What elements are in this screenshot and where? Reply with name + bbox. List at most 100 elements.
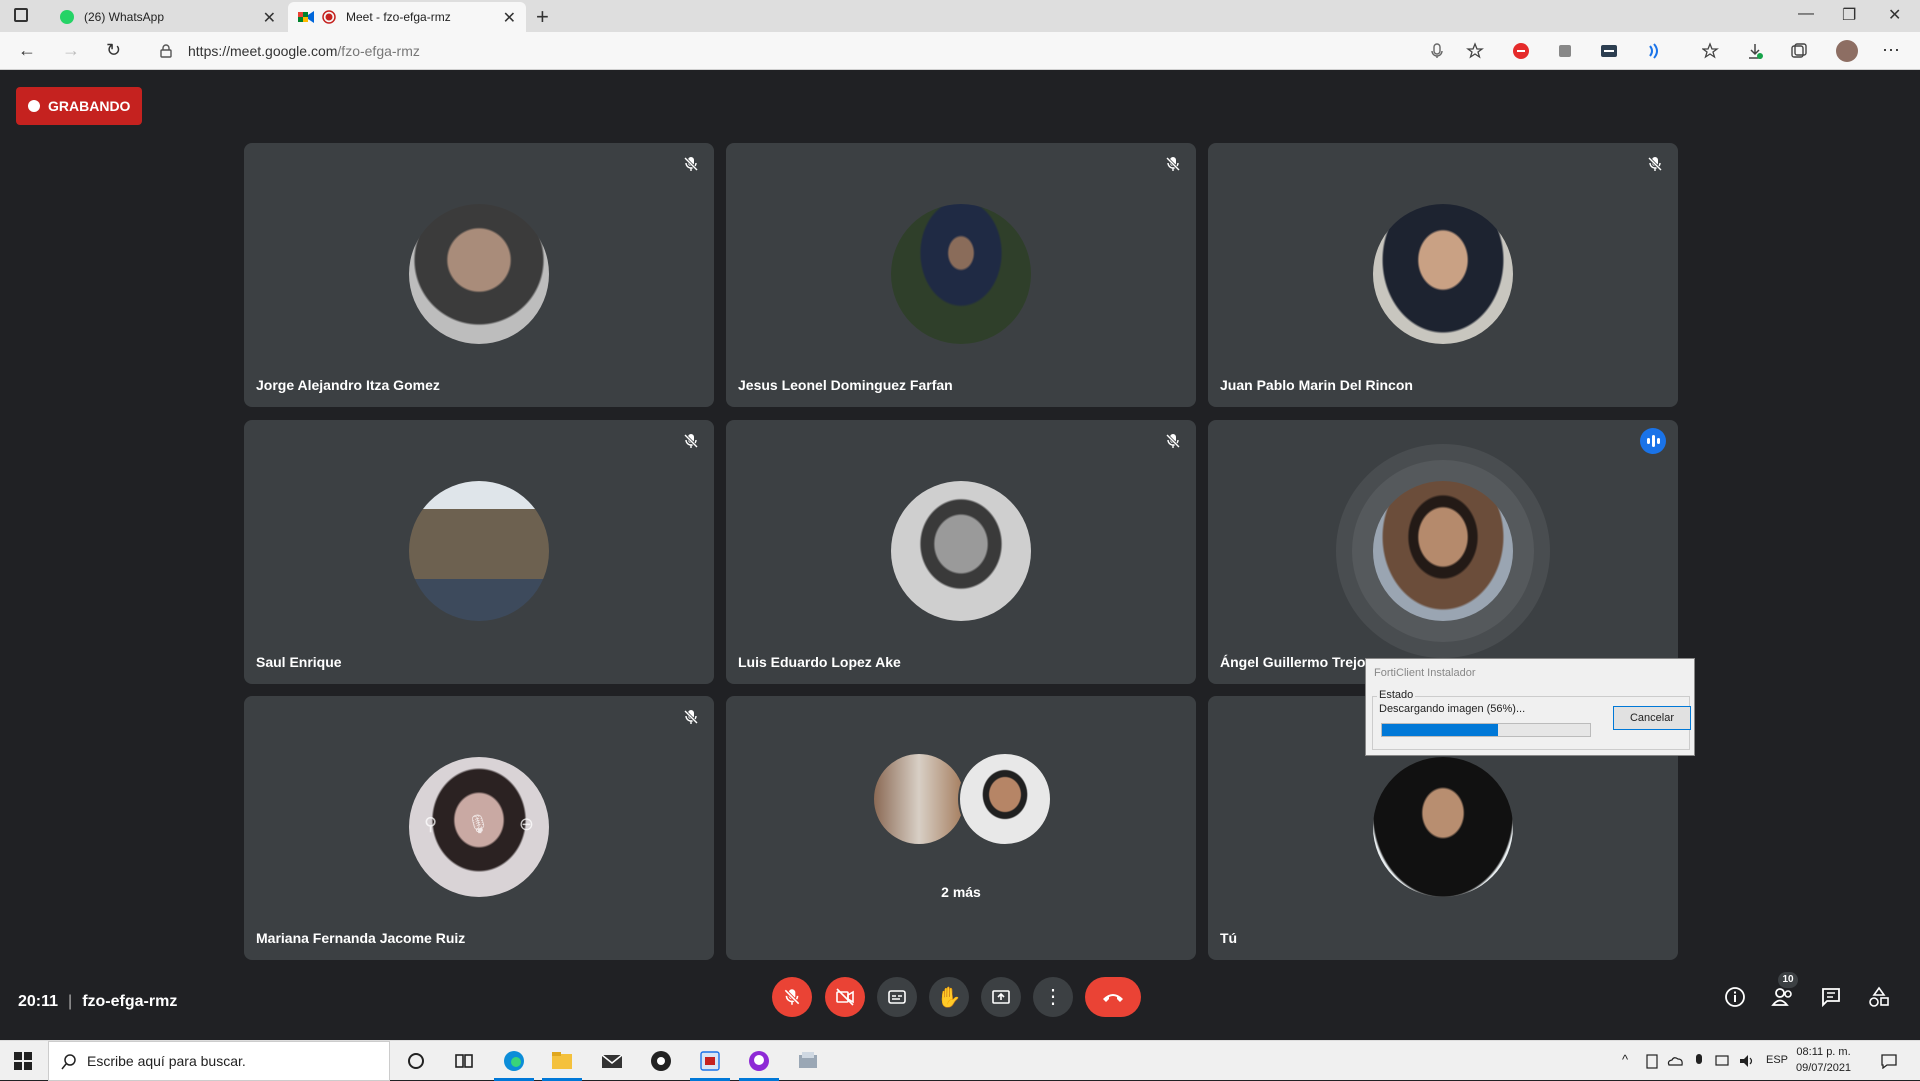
favorites-icon[interactable] <box>1702 42 1720 60</box>
participant-avatar <box>891 481 1031 621</box>
participant-avatar <box>958 752 1052 846</box>
meet-call-area: GRABANDO Jorge Alejandro Itza Gomez Jesu… <box>0 70 1920 1040</box>
participant-name: Juan Pablo Marin Del Rincon <box>1220 377 1413 393</box>
browser-tab-strip: (26) WhatsApp ✕ Meet - fzo-efga-rmz ✕ + … <box>0 0 1920 32</box>
password-extension-icon[interactable] <box>1600 42 1618 60</box>
participant-tile[interactable]: Juan Pablo Marin Del Rincon <box>1208 143 1678 407</box>
tab-title: (26) WhatsApp <box>84 10 165 24</box>
tab-actions-menu-icon[interactable] <box>14 8 28 22</box>
dialog-title: FortiClient Instalador <box>1374 667 1476 679</box>
edge-browser-icon[interactable] <box>502 1049 526 1073</box>
file-explorer-icon[interactable] <box>550 1049 574 1073</box>
forticlient-icon[interactable] <box>698 1049 722 1073</box>
installer-icon[interactable] <box>796 1049 820 1073</box>
onedrive-icon[interactable] <box>1666 1053 1684 1069</box>
meeting-code: fzo-efga-rmz <box>82 993 178 1010</box>
call-controls-bar: 20:11 | fzo-efga-rmz ✋ ⋮ 10 <box>0 970 1920 1040</box>
more-vertical-icon: ⋮ <box>1043 986 1063 1008</box>
google-meet-icon <box>298 11 314 23</box>
remove-participant-icon[interactable]: ⊖ <box>519 814 534 835</box>
microphone-tray-icon[interactable] <box>1692 1053 1706 1069</box>
present-icon <box>992 990 1010 1004</box>
more-participants-tile[interactable]: 2 más <box>726 696 1196 960</box>
status-group: Estado Descargando imagen (56%)... Cance… <box>1372 689 1691 750</box>
people-icon <box>1771 988 1792 1006</box>
more-participants-label: 2 más <box>941 884 981 900</box>
cortana-icon[interactable] <box>404 1049 428 1073</box>
tile-hover-actions: ⚲ 🎙 ⊖ <box>424 814 534 835</box>
collections-icon[interactable] <box>1790 42 1808 60</box>
app-icon[interactable] <box>747 1049 771 1073</box>
battery-icon[interactable] <box>1644 1053 1660 1069</box>
tab-whatsapp[interactable]: (26) WhatsApp ✕ <box>46 2 286 32</box>
new-tab-button[interactable]: + <box>536 4 549 30</box>
network-icon[interactable] <box>1714 1053 1732 1069</box>
notifications-icon[interactable] <box>1880 1053 1898 1069</box>
reload-icon[interactable]: ↻ <box>106 40 121 61</box>
read-aloud-icon[interactable] <box>1644 42 1662 60</box>
mic-off-icon <box>683 433 699 449</box>
mic-off-icon <box>683 709 699 725</box>
input-language[interactable]: ESP <box>1766 1054 1788 1066</box>
mic-off-icon <box>1165 433 1181 449</box>
close-tab-icon[interactable]: ✕ <box>263 8 276 28</box>
add-favorite-icon[interactable] <box>1466 42 1484 60</box>
show-hidden-icons[interactable]: ^ <box>1622 1052 1628 1067</box>
status-text: Descargando imagen (56%)... <box>1379 703 1526 715</box>
chat-button[interactable] <box>1818 984 1844 1010</box>
activities-button[interactable] <box>1866 984 1892 1010</box>
chat-icon <box>1822 988 1840 1008</box>
downloads-icon[interactable] <box>1746 42 1764 60</box>
mic-off-icon <box>1165 156 1181 172</box>
present-screen-button[interactable] <box>981 977 1021 1017</box>
participant-tile-active-speaker[interactable]: Ángel Guillermo Trejo <box>1208 420 1678 684</box>
participant-avatar <box>872 752 966 846</box>
participants-button[interactable] <box>1770 984 1796 1010</box>
whatsapp-icon <box>60 10 74 24</box>
mail-icon[interactable] <box>600 1049 624 1073</box>
restore-icon[interactable]: ❐ <box>1842 5 1856 25</box>
toggle-microphone-button[interactable] <box>772 977 812 1017</box>
mic-off-icon <box>784 989 800 1005</box>
cancel-button[interactable]: Cancelar <box>1613 706 1691 730</box>
meeting-details-button[interactable] <box>1722 984 1748 1010</box>
mute-participant-icon[interactable]: 🎙 <box>467 814 490 835</box>
taskbar-search-box[interactable]: Escribe aquí para buscar. <box>48 1041 390 1081</box>
leave-call-button[interactable] <box>1085 977 1141 1017</box>
participant-tile[interactable]: ⚲ 🎙 ⊖ Mariana Fernanda Jacome Ruiz <box>244 696 714 960</box>
close-tab-icon[interactable]: ✕ <box>503 8 516 28</box>
taskbar-clock[interactable]: 08:11 p. m. 09/07/2021 <box>1796 1044 1851 1076</box>
task-view-icon[interactable] <box>452 1049 476 1073</box>
forward-icon[interactable]: → <box>62 40 80 61</box>
participant-tile[interactable]: Jorge Alejandro Itza Gomez <box>244 143 714 407</box>
recording-badge[interactable]: GRABANDO <box>16 87 142 125</box>
participant-tile[interactable]: Jesus Leonel Dominguez Farfan <box>726 143 1196 407</box>
pin-icon[interactable]: ⚲ <box>424 814 437 835</box>
raise-hand-button[interactable]: ✋ <box>929 977 969 1017</box>
captions-button[interactable] <box>877 977 917 1017</box>
microphone-icon[interactable] <box>1428 42 1446 60</box>
url-path: /fzo-efga-rmz <box>337 43 420 59</box>
minimize-icon[interactable]: — <box>1798 5 1814 23</box>
search-icon <box>61 1054 76 1070</box>
windows-taskbar: Escribe aquí para buscar. ^ ESP 08:11 p.… <box>0 1040 1920 1081</box>
more-options-button[interactable]: ⋮ <box>1033 977 1073 1017</box>
participant-tile[interactable]: Luis Eduardo Lopez Ake <box>726 420 1196 684</box>
toggle-camera-button[interactable] <box>825 977 865 1017</box>
participant-avatar <box>409 204 549 344</box>
tab-title: Meet - fzo-efga-rmz <box>346 10 451 24</box>
windows-start-icon[interactable] <box>14 1052 32 1070</box>
volume-icon[interactable] <box>1738 1053 1756 1069</box>
participant-name: Ángel Guillermo Trejo <box>1220 654 1366 670</box>
extension-icon[interactable] <box>1556 42 1574 60</box>
chrome-icon[interactable] <box>649 1049 673 1073</box>
adblock-extension-icon[interactable] <box>1512 42 1530 60</box>
browser-menu-icon[interactable]: ⋯ <box>1882 40 1900 61</box>
profile-avatar[interactable] <box>1836 40 1858 62</box>
tab-meet[interactable]: Meet - fzo-efga-rmz ✕ <box>288 2 526 32</box>
close-window-icon[interactable]: ✕ <box>1888 5 1901 25</box>
participant-avatar <box>409 481 549 621</box>
url-bar[interactable]: https://meet.google.com/fzo-efga-rmz <box>148 36 1468 66</box>
back-icon[interactable]: ← <box>18 40 36 61</box>
participant-tile[interactable]: Saul Enrique <box>244 420 714 684</box>
